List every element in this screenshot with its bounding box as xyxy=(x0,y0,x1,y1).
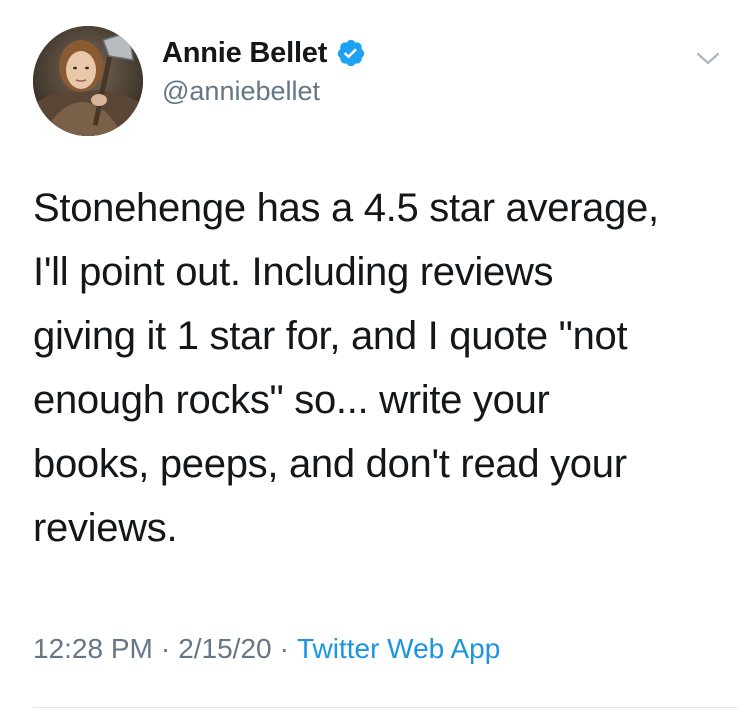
user-handle[interactable]: @anniebellet xyxy=(162,76,366,107)
divider xyxy=(33,707,738,708)
chevron-down-icon[interactable] xyxy=(692,46,724,70)
tweet-time[interactable]: 12:28 PM xyxy=(33,633,153,664)
tweet-meta: 12:28 PM · 2/15/20 · Twitter Web App xyxy=(33,633,500,665)
profile-photo-icon xyxy=(33,26,143,136)
tweet-source-link[interactable]: Twitter Web App xyxy=(297,633,500,664)
meta-separator: · xyxy=(279,633,289,664)
tweet-text-line: Stonehenge has a 4.5 star average, xyxy=(33,186,659,230)
tweet-card: Annie Bellet @anniebellet Stonehenge has… xyxy=(0,0,750,719)
tweet-date[interactable]: 2/15/20 xyxy=(178,633,271,664)
tweet-text-line: enough rocks" so... write your xyxy=(33,378,550,422)
meta-separator: · xyxy=(160,633,171,664)
avatar[interactable] xyxy=(33,26,143,136)
tweet-text-line: giving it 1 star for, and I quote "not xyxy=(33,314,628,358)
verified-badge-icon xyxy=(336,38,366,68)
user-info: Annie Bellet @anniebellet xyxy=(162,34,366,107)
tweet-text-line: reviews. xyxy=(33,506,178,550)
tweet-text-line: books, peeps, and don't read your xyxy=(33,442,627,486)
display-name[interactable]: Annie Bellet xyxy=(162,37,327,70)
tweet-text-line: I'll point out. Including reviews xyxy=(33,250,554,294)
name-row: Annie Bellet xyxy=(162,34,366,72)
tweet-text: Stonehenge has a 4.5 star average, I'll … xyxy=(33,176,733,560)
